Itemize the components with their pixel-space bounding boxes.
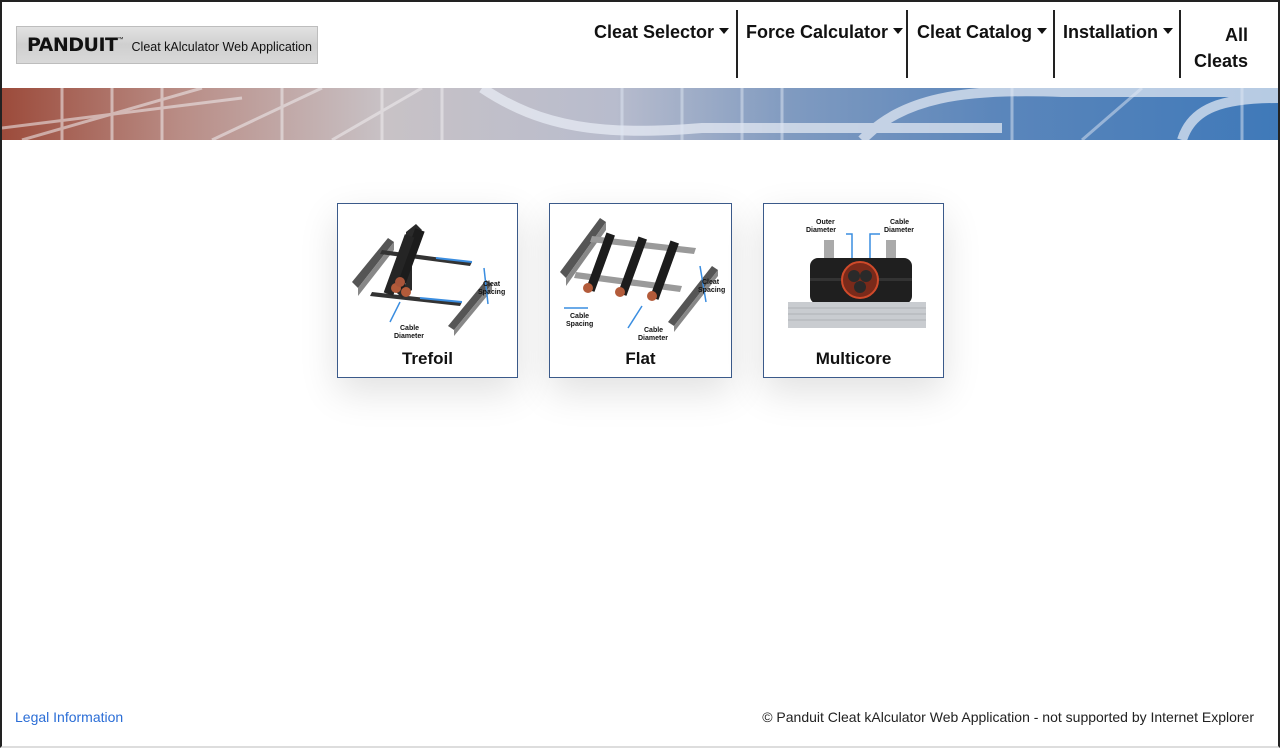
card-trefoil-title: Trefoil bbox=[401, 349, 453, 368]
nav-cleat-catalog-label: Cleat Catalog bbox=[917, 22, 1033, 42]
copyright-notice: © Panduit Cleat kAlculator Web Applicati… bbox=[762, 709, 1254, 725]
nav-force-calculator[interactable]: Force Calculator bbox=[746, 22, 904, 43]
multicore-diagram-image: Outer Diameter Cable Diameter bbox=[788, 219, 926, 328]
multicore-label-cable-diameter: Diameter bbox=[884, 227, 914, 234]
chevron-down-icon bbox=[1163, 28, 1174, 35]
trefoil-label-cable: Cable bbox=[400, 325, 419, 332]
chevron-down-icon bbox=[893, 28, 904, 35]
card-trefoil[interactable]: Cleat Spacing Cable Diameter Trefoil bbox=[337, 203, 518, 378]
brand-logo: PANDUIT bbox=[27, 34, 118, 56]
flat-label-cable-spacing: Cable bbox=[570, 313, 589, 320]
nav-cleat-catalog[interactable]: Cleat Catalog bbox=[917, 22, 1048, 43]
industrial-banner-image bbox=[2, 88, 1278, 140]
legal-information-link[interactable]: Legal Information bbox=[15, 709, 123, 725]
chevron-down-icon bbox=[719, 28, 730, 35]
flat-diagram-image: Cleat Spacing Cable Spacing Cable Diamet… bbox=[560, 218, 725, 342]
multicore-label-outer-diameter: Diameter bbox=[806, 227, 836, 234]
card-flat[interactable]: Cleat Spacing Cable Spacing Cable Diamet… bbox=[549, 203, 732, 378]
trefoil-label-spacing: Spacing bbox=[478, 289, 505, 296]
multicore-label-outer: Outer bbox=[816, 219, 835, 226]
flat-label-cable: Cable bbox=[644, 327, 663, 334]
card-flat-title: Flat bbox=[625, 349, 656, 368]
nav-separator bbox=[736, 10, 738, 78]
nav-all-cleats[interactable]: All Cleats bbox=[1186, 22, 1248, 74]
multicore-label-cable: Cable bbox=[890, 219, 909, 226]
flat-label-cable-spacing-2: Spacing bbox=[566, 321, 593, 328]
nav-all-cleats-line2: Cleats bbox=[1193, 51, 1248, 71]
trefoil-diagram-image: Cleat Spacing Cable Diameter bbox=[352, 224, 505, 340]
chevron-down-icon bbox=[1037, 28, 1048, 35]
header: PANDUIT ™ Cleat kAlculator Web Applicatio… bbox=[2, 2, 1278, 88]
flat-label-spacing: Spacing bbox=[698, 287, 725, 294]
nav-cleat-selector[interactable]: Cleat Selector bbox=[594, 22, 730, 43]
logo[interactable]: PANDUIT ™ Cleat kAlculator Web Applicatio… bbox=[16, 26, 318, 64]
nav-installation-label: Installation bbox=[1063, 22, 1159, 42]
nav-force-calculator-label: Force Calculator bbox=[746, 22, 889, 42]
nav-all-cleats-line1: All bbox=[1224, 25, 1248, 45]
flat-label-diameter: Diameter bbox=[638, 335, 668, 342]
card-multicore[interactable]: Outer Diameter Cable Diameter Multicore bbox=[763, 203, 944, 378]
app-name: Cleat kAlculator Web Application bbox=[131, 40, 312, 54]
nav-separator bbox=[1179, 10, 1181, 78]
nav-cleat-selector-label: Cleat Selector bbox=[594, 22, 715, 42]
nav-separator bbox=[906, 10, 908, 78]
trefoil-label-cleat: Cleat bbox=[483, 281, 501, 288]
nav-installation[interactable]: Installation bbox=[1063, 22, 1174, 43]
nav-separator bbox=[1053, 10, 1055, 78]
flat-label-cleat: Cleat bbox=[702, 279, 720, 286]
trefoil-label-diameter: Diameter bbox=[394, 333, 424, 340]
card-multicore-title: Multicore bbox=[815, 349, 892, 368]
